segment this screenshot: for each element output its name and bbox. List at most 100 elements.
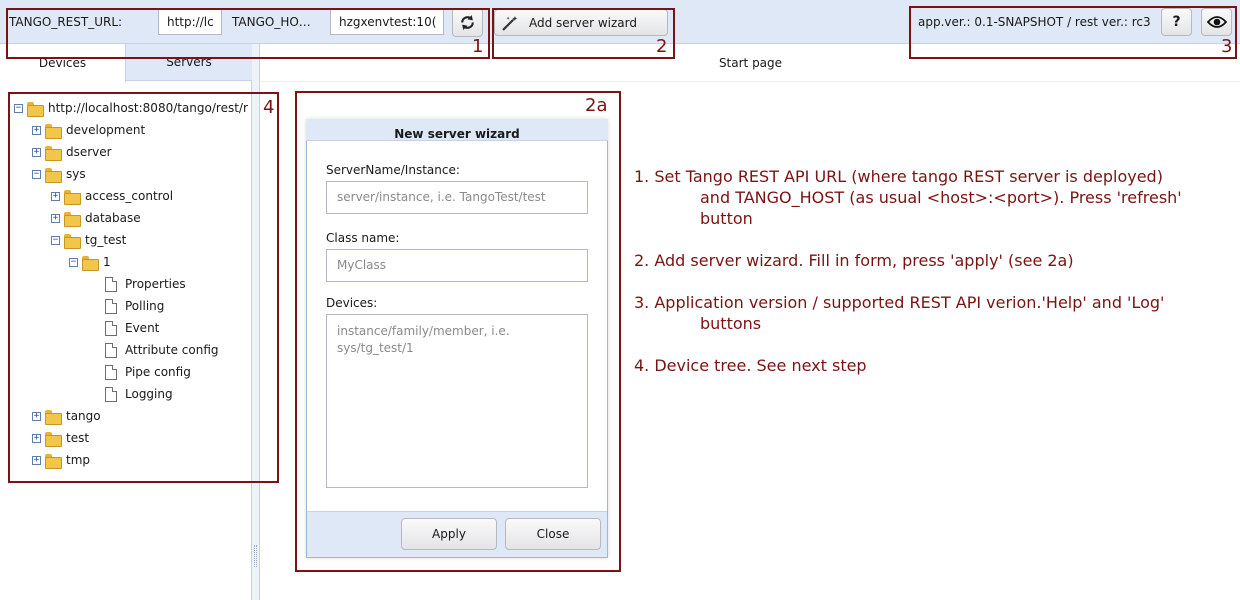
instruction-3-line-2: buttons xyxy=(700,314,762,333)
instruction-1-line-3: button xyxy=(700,209,753,228)
tango-host-label: TANGO_HO… xyxy=(232,15,311,29)
folder-icon xyxy=(45,145,62,161)
folder-icon xyxy=(27,101,44,117)
folder-icon xyxy=(45,431,62,447)
folder-icon xyxy=(82,255,99,271)
tree-label: 1 xyxy=(103,255,111,269)
tree-leaf-polling[interactable]: Polling xyxy=(105,295,164,317)
expand-icon[interactable]: + xyxy=(32,433,41,443)
close-button[interactable]: Close xyxy=(505,518,601,550)
instruction-3: 3. Application version / supported REST … xyxy=(634,292,1234,334)
instruction-4: 4. Device tree. See next step xyxy=(634,356,867,375)
expand-icon[interactable]: + xyxy=(32,411,41,421)
tree-node-tg-test[interactable]: − tg_test xyxy=(51,229,126,251)
collapse-icon[interactable]: − xyxy=(14,103,23,113)
splitter-grip[interactable] xyxy=(254,545,257,567)
tree-label: tmp xyxy=(66,453,91,467)
tree-node-test[interactable]: + test xyxy=(32,427,89,449)
tree-label: sys xyxy=(66,167,86,181)
collapse-icon[interactable]: − xyxy=(51,235,60,245)
class-name-input[interactable]: MyClass xyxy=(326,249,588,282)
expand-icon[interactable]: + xyxy=(32,147,41,157)
tab-devices[interactable]: Devices xyxy=(0,44,126,82)
tree-node-tmp[interactable]: + tmp xyxy=(32,449,90,471)
collapse-icon[interactable]: − xyxy=(32,169,41,179)
refresh-button[interactable] xyxy=(452,8,483,37)
tree-node-database[interactable]: + database xyxy=(51,207,141,229)
tree-label: database xyxy=(85,211,141,225)
server-instance-label: ServerName/Instance: xyxy=(326,163,460,177)
tree-leaf-event[interactable]: Event xyxy=(105,317,159,339)
tree-node-dserver[interactable]: + dserver xyxy=(32,141,112,163)
tree-leaf-pipe-config[interactable]: Pipe config xyxy=(105,361,191,383)
tree-node-development[interactable]: + development xyxy=(32,119,145,141)
tree-label: tango xyxy=(66,409,101,423)
apply-button[interactable]: Apply xyxy=(401,518,497,550)
tree-label: Properties xyxy=(125,277,186,291)
tree-label: test xyxy=(66,431,90,445)
svg-text:✦: ✦ xyxy=(512,15,518,23)
file-icon xyxy=(105,364,117,380)
tree-leaf-logging[interactable]: Logging xyxy=(105,383,173,405)
svg-text:✦: ✦ xyxy=(506,16,510,22)
instruction-1-line-2: and TANGO_HOST (as usual <host>:<port>).… xyxy=(700,188,1182,207)
folder-icon xyxy=(45,123,62,139)
expand-icon[interactable]: + xyxy=(32,455,41,465)
folder-icon xyxy=(64,233,81,249)
rest-url-input[interactable]: http://lc xyxy=(158,9,222,35)
tree-label: tg_test xyxy=(85,233,127,247)
collapse-icon[interactable]: − xyxy=(69,257,78,267)
tree-node-root[interactable]: − http://localhost:8080/tango/rest/rc3 xyxy=(14,97,248,119)
tree-label: Logging xyxy=(125,387,173,401)
instruction-1: 1. Set Tango REST API URL (where tango R… xyxy=(634,166,1234,229)
version-text: app.ver.: 0.1-SNAPSHOT / rest ver.: rc3 xyxy=(918,15,1151,29)
devices-label: Devices: xyxy=(326,296,378,310)
start-page-tab[interactable]: Start page xyxy=(261,44,1240,82)
add-server-wizard-button[interactable]: ✦ ✦ Add server wizard xyxy=(494,9,668,36)
tango-host-input[interactable]: hzgxenvtest:10( xyxy=(330,9,444,35)
file-icon xyxy=(105,320,117,336)
file-icon xyxy=(105,276,117,292)
expand-icon[interactable]: + xyxy=(51,191,60,201)
annotation-number-1: 1 xyxy=(472,36,484,57)
tree-leaf-properties[interactable]: Properties xyxy=(105,273,186,295)
instruction-2: 2. Add server wizard. Fill in form, pres… xyxy=(634,251,1074,270)
magic-wand-icon: ✦ ✦ xyxy=(502,15,518,31)
help-button[interactable]: ? xyxy=(1161,8,1192,36)
file-icon xyxy=(105,342,117,358)
tree-label: Attribute config xyxy=(125,343,219,357)
refresh-icon xyxy=(461,15,474,30)
file-icon xyxy=(105,298,117,314)
annotation-number-2: 2 xyxy=(656,36,668,57)
log-button[interactable] xyxy=(1201,8,1232,36)
eye-icon xyxy=(1206,16,1227,28)
folder-icon xyxy=(64,189,81,205)
tree-label: http://localhost:8080/tango/rest/rc3 xyxy=(48,101,248,115)
tree-node-access-control[interactable]: + access_control xyxy=(51,185,173,207)
tree-node-sys[interactable]: − sys xyxy=(32,163,86,185)
add-server-wizard-label: Add server wizard xyxy=(529,15,637,30)
server-instance-input[interactable]: server/instance, i.e. TangoTest/test xyxy=(326,181,588,214)
tree-leaf-attribute-config[interactable]: Attribute config xyxy=(105,339,219,361)
class-name-label: Class name: xyxy=(326,231,400,245)
expand-icon[interactable]: + xyxy=(32,125,41,135)
annotation-number-3: 3 xyxy=(1221,36,1233,57)
tree-label: Event xyxy=(125,321,160,335)
folder-icon xyxy=(64,211,81,227)
folder-icon xyxy=(45,409,62,425)
rest-url-label: TANGO_REST_URL: xyxy=(9,15,123,29)
folder-icon xyxy=(45,453,62,469)
expand-icon[interactable]: + xyxy=(51,213,60,223)
file-icon xyxy=(105,386,117,402)
folder-icon xyxy=(45,167,62,183)
wizard-title: New server wizard xyxy=(306,119,608,141)
devices-textarea[interactable]: instance/family/member, i.e. sys/tg_test… xyxy=(326,314,588,488)
tree-node-tango[interactable]: + tango xyxy=(32,405,101,427)
tree-label: development xyxy=(66,123,146,137)
tree-label: Pipe config xyxy=(125,365,191,379)
instruction-1-line-1: 1. Set Tango REST API URL (where tango R… xyxy=(634,167,1163,186)
tree-node-1[interactable]: − 1 xyxy=(69,251,111,273)
panel-splitter[interactable] xyxy=(252,44,260,600)
annotation-number-4: 4 xyxy=(263,97,275,118)
tab-servers[interactable]: Servers xyxy=(126,44,252,81)
